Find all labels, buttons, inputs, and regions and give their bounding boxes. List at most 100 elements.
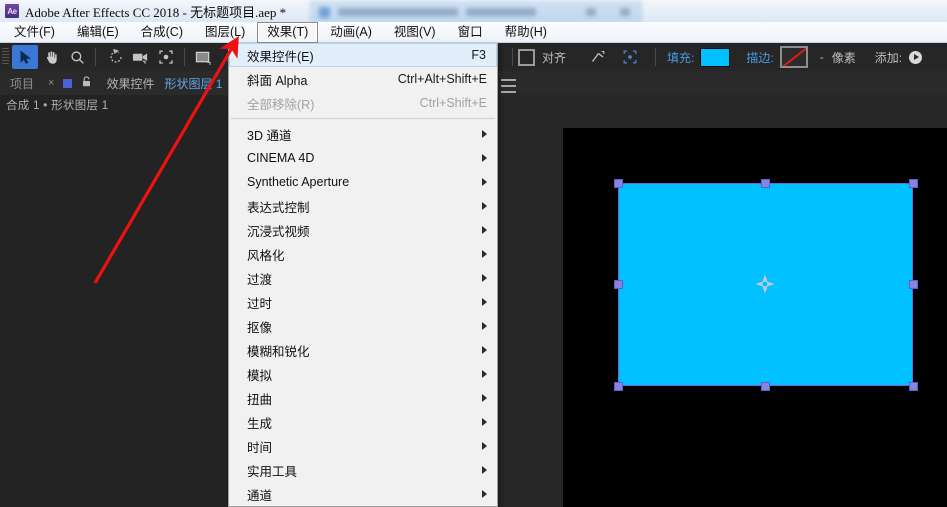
effect-menu-item[interactable]: 过渡 — [229, 266, 497, 290]
effect-menu-item-label: 模糊和锐化 — [247, 344, 310, 359]
submenu-arrow-icon — [482, 466, 487, 474]
zoom-tool-icon[interactable] — [64, 45, 90, 69]
layer-color-swatch-icon — [63, 78, 73, 88]
menu-edit[interactable]: 编辑(E) — [67, 22, 129, 43]
submenu-arrow-icon — [482, 154, 487, 162]
after-effects-window: Ae Adobe After Effects CC 2018 - 无标题项目.a… — [0, 0, 947, 507]
menu-help[interactable]: 帮助(H) — [495, 22, 557, 43]
effect-menu-item[interactable]: 3D 通道 — [229, 122, 497, 146]
stroke-width-value[interactable]: - — [820, 50, 824, 64]
effect-menu-item[interactable]: 生成 — [229, 410, 497, 434]
effect-menu-item[interactable]: 抠像 — [229, 314, 497, 338]
tab-effect-controls[interactable]: 效果控件 — [96, 75, 164, 92]
submenu-arrow-icon — [482, 418, 487, 426]
effect-menu-item-accelerator: Ctrl+Shift+E — [419, 96, 487, 110]
menu-composition[interactable]: 合成(C) — [131, 22, 193, 43]
anchor-point-icon[interactable] — [754, 273, 776, 295]
align-toggle[interactable]: 对齐 — [518, 48, 569, 66]
effect-menu-item[interactable]: 模糊和锐化 — [229, 338, 497, 362]
blur-bar — [466, 8, 536, 16]
submenu-arrow-icon — [482, 298, 487, 306]
effect-menu-item[interactable]: 时间 — [229, 434, 497, 458]
effect-menu-item-label: 通道 — [247, 488, 273, 503]
stroke-label[interactable]: 描边: — [746, 49, 773, 66]
stroke-width-unit: 像素 — [831, 50, 856, 65]
panel-menu-icon[interactable] — [501, 79, 519, 93]
menu-animation[interactable]: 动画(A) — [320, 22, 382, 43]
effect-menu-item[interactable]: 模拟 — [229, 362, 497, 386]
menu-view[interactable]: 视图(V) — [384, 22, 446, 43]
selection-handle-top-left[interactable] — [613, 178, 623, 188]
submenu-arrow-icon — [482, 130, 487, 138]
mask-interpolation-icon[interactable] — [617, 45, 643, 69]
align-box-icon — [518, 48, 535, 66]
fill-label[interactable]: 填充: — [667, 49, 694, 66]
menu-separator — [231, 118, 495, 119]
selection-handle-top-right[interactable] — [908, 178, 918, 188]
blur-bar — [586, 8, 596, 16]
tab-project[interactable]: 项目 — [0, 75, 44, 92]
effect-menu-item-label: Synthetic Aperture — [247, 175, 350, 189]
blurred-overlay-region — [310, 1, 642, 23]
selection-handle-middle-right[interactable] — [908, 280, 918, 289]
effect-menu-item[interactable]: 沉浸式视频 — [229, 218, 497, 242]
submenu-arrow-icon — [482, 442, 487, 450]
effect-menu-item: 全部移除(R) Ctrl+Shift+E — [229, 91, 497, 115]
toolbar-separator — [512, 48, 513, 66]
selection-handle-bottom-right[interactable] — [908, 381, 918, 391]
toolbar-separator — [184, 48, 185, 66]
stroke-color-swatch[interactable] — [779, 46, 808, 68]
effect-menu-item[interactable]: 斜面 Alpha Ctrl+Alt+Shift+E — [229, 67, 497, 91]
effect-menu-item[interactable]: 表达式控制 — [229, 194, 497, 218]
pan-behind-tool-icon[interactable] — [153, 45, 179, 69]
effect-menu-item[interactable]: 风格化 — [229, 242, 497, 266]
selection-handle-bottom-left[interactable] — [613, 381, 623, 391]
selection-handle-top-center[interactable] — [761, 178, 770, 188]
app-logo-icon: Ae — [5, 4, 19, 18]
camera-tool-icon[interactable] — [127, 45, 153, 69]
submenu-arrow-icon — [482, 394, 487, 402]
submenu-arrow-icon — [482, 346, 487, 354]
effect-menu-item-label: 全部移除(R) — [247, 97, 315, 112]
menu-file[interactable]: 文件(F) — [4, 22, 65, 43]
panel-gutter — [497, 95, 563, 507]
submenu-arrow-icon — [482, 178, 487, 186]
snapping-tool-icon[interactable] — [585, 45, 611, 69]
menu-window[interactable]: 窗口 — [448, 22, 493, 43]
effect-menu-item-label: 风格化 — [247, 248, 285, 263]
selection-tool-icon[interactable] — [12, 45, 38, 69]
tab-effect-controls-layer[interactable]: 形状图层 1 — [164, 75, 232, 92]
effect-menu-item-label: 表达式控制 — [247, 200, 310, 215]
menu-layer[interactable]: 图层(L) — [195, 22, 255, 43]
effect-menu-item[interactable]: 通道 — [229, 482, 497, 506]
rectangle-shape-tool-icon[interactable] — [190, 45, 216, 69]
effect-menu-item[interactable]: 实用工具 — [229, 458, 497, 482]
add-label[interactable]: 添加: — [875, 49, 902, 66]
align-label: 对齐 — [542, 50, 567, 65]
hand-tool-icon[interactable] — [38, 45, 64, 69]
menu-effect[interactable]: 效果(T) — [257, 21, 319, 43]
toolbar-grip[interactable] — [2, 48, 9, 66]
submenu-arrow-icon — [482, 274, 487, 282]
effect-menu-item-label: 抠像 — [247, 320, 273, 335]
effect-menu-item[interactable]: 过时 — [229, 290, 497, 314]
submenu-arrow-icon — [482, 370, 487, 378]
add-menu-icon[interactable] — [909, 50, 923, 64]
effect-menu-item-label: 生成 — [247, 416, 273, 431]
effect-menu-item[interactable]: Synthetic Aperture — [229, 170, 497, 194]
fill-color-swatch[interactable] — [700, 47, 731, 67]
composition-viewport[interactable] — [563, 128, 947, 507]
effect-menu-item[interactable]: 扭曲 — [229, 386, 497, 410]
composition-layer-path: 合成 1 • 形状图层 1 — [6, 100, 109, 112]
selection-handle-bottom-center[interactable] — [761, 381, 770, 391]
effect-menu-item-accelerator: F3 — [471, 48, 486, 62]
effect-menu-item[interactable]: 效果控件(E) F3 — [229, 43, 497, 67]
toolbar-separator — [655, 48, 657, 66]
composition-panel-header — [563, 95, 947, 128]
rotation-tool-icon[interactable] — [101, 45, 127, 69]
selection-handle-middle-left[interactable] — [613, 280, 623, 289]
effect-menu-item[interactable]: CINEMA 4D — [229, 146, 497, 170]
close-icon[interactable]: × — [44, 77, 58, 89]
submenu-arrow-icon — [482, 202, 487, 210]
lock-icon[interactable] — [82, 76, 91, 90]
